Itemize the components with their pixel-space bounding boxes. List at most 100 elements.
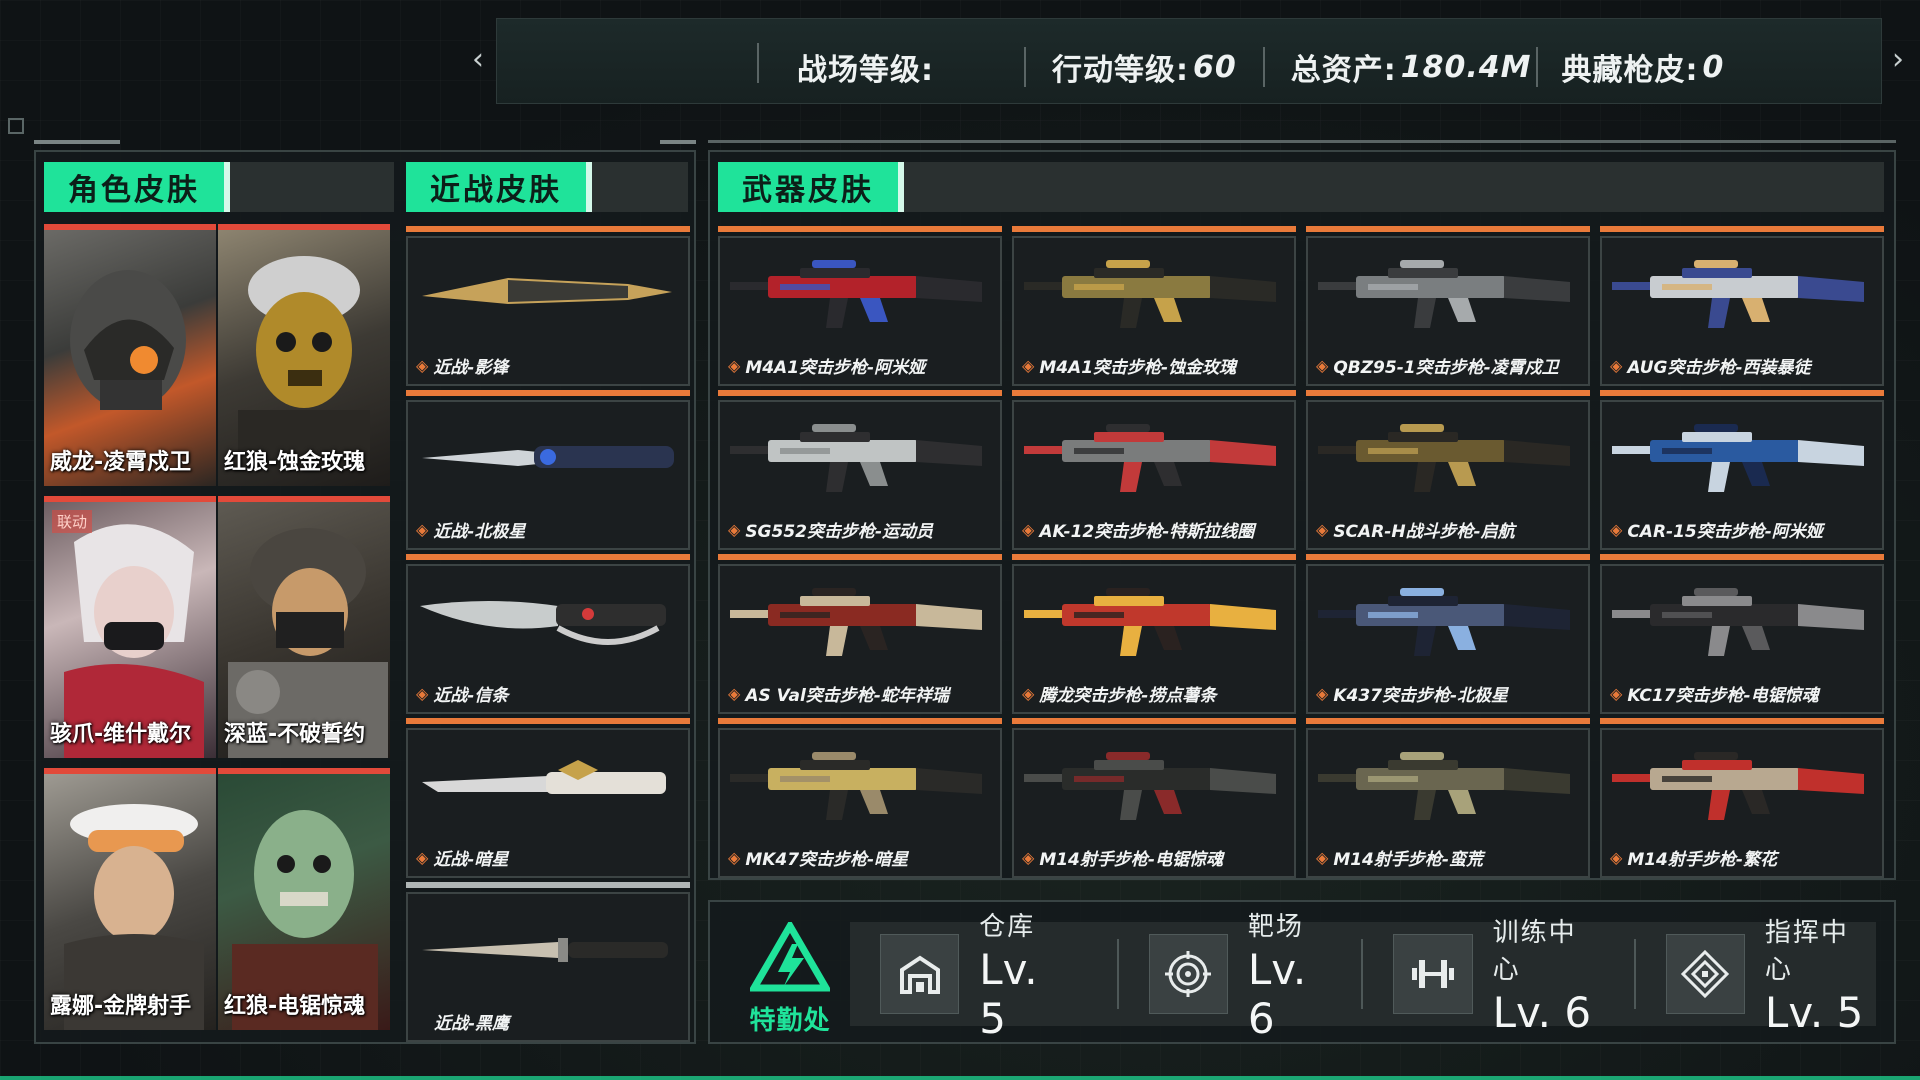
rarity-bar	[1600, 390, 1884, 396]
facility-command[interactable]: 指挥中心 Lv. 5	[1636, 918, 1876, 1037]
weapon-skin-card[interactable]: ◈ MK47突击步枪-暗星	[718, 718, 1002, 878]
facility-name: 指挥中心	[1764, 917, 1849, 985]
weapon-image	[730, 588, 982, 656]
weapon-skin-name: ◈ MK47突击步枪-暗星	[728, 845, 908, 870]
rarity-bar	[718, 554, 1002, 560]
weapon-skin-card[interactable]: ◈ SCAR-H战斗步枪-启航	[1306, 390, 1590, 550]
weapon-skin-name: ◈ SCAR-H战斗步枪-启航	[1316, 517, 1515, 542]
melee-weapon-image	[422, 446, 674, 468]
character-card[interactable]: 红狼-电锯惊魂	[218, 768, 390, 1030]
weapon-skin-card[interactable]: ◈ SG552突击步枪-运动员	[718, 390, 1002, 550]
weapon-skin-card[interactable]: ◈ AK-12突击步枪-特斯拉线圈	[1012, 390, 1296, 550]
bottom-accent-line	[0, 1076, 1920, 1080]
rarity-diamond-icon: ◈	[1610, 356, 1623, 375]
melee-skin-card[interactable]: ◈ 近战-信条	[406, 554, 690, 714]
facility-training[interactable]: 训练中心 Lv. 6	[1363, 918, 1636, 1037]
dumbbell-icon	[1393, 934, 1473, 1014]
weapon-skin-card[interactable]: ◈ CAR-15突击步枪-阿米娅	[1600, 390, 1884, 550]
melee-skin-label: 近战-影锋	[433, 358, 509, 378]
weapon-skin-name: ◈ M14射手步枪-电锯惊魂	[1022, 845, 1223, 870]
total-assets: 总资产: 180.4M	[1291, 45, 1532, 89]
special-ops-label: 特勤处	[749, 1006, 831, 1036]
weapon-skins-panel: 武器皮肤 ◈ M4A1突击步枪-阿米娅 ◈ M4A1突击步枪-蚀金玫瑰 ◈ QBZ95-1…	[708, 150, 1896, 880]
facility-level: Lv. 5	[1764, 987, 1864, 1037]
warehouse-icon	[880, 934, 960, 1014]
stats-divider	[1535, 47, 1538, 87]
weapon-skin-name: ◈ M14射手步枪-繁花	[1610, 845, 1777, 870]
weapon-skin-card[interactable]: ◈ K437突击步枪-北极星	[1306, 554, 1590, 714]
character-card[interactable]: 红狼-蚀金玫瑰	[218, 224, 390, 486]
weapon-skin-card[interactable]: ◈ M4A1突击步枪-阿米娅	[718, 226, 1002, 386]
weapon-skin-card[interactable]: ◈ M14射手步枪-繁花	[1600, 718, 1884, 878]
rarity-bar	[406, 882, 690, 888]
weapon-skin-label: AUG突击步枪-西装暴徒	[1627, 358, 1811, 378]
weapon-skin-card[interactable]: ◈ QBZ95-1突击步枪-凌霄戍卫	[1306, 226, 1590, 386]
weapon-skin-name: ◈ AK-12突击步枪-特斯拉线圈	[1022, 517, 1254, 542]
rarity-bar	[1600, 718, 1884, 724]
melee-skin-card[interactable]: 近战-黑鹰	[406, 882, 690, 1042]
facility-level: Lv. 6	[1492, 987, 1592, 1037]
section-label-tail	[898, 162, 904, 212]
weapon-skin-label: AK-12突击步枪-特斯拉线圈	[1039, 522, 1255, 542]
battlefield-level-label: 战场等级:	[797, 53, 934, 88]
collection-value: 0	[1702, 49, 1725, 85]
weapon-image	[1612, 260, 1864, 328]
stats-bar: 战场等级: 行动等级: 60 总资产: 180.4M 典藏枪皮: 0	[496, 18, 1882, 104]
stats-divider	[1262, 47, 1265, 87]
rarity-bar	[1306, 390, 1590, 396]
weapon-skin-name: ◈ AUG突击步枪-西装暴徒	[1610, 353, 1811, 378]
melee-skin-card[interactable]: ◈ 近战-影锋	[406, 226, 690, 386]
weapon-image	[1612, 588, 1864, 656]
total-assets-label: 总资产:	[1290, 53, 1397, 88]
weapon-skin-card[interactable]: ◈ AUG突击步枪-西装暴徒	[1600, 226, 1884, 386]
rarity-diamond-icon: ◈	[1610, 520, 1623, 539]
rarity-bar	[406, 718, 690, 724]
melee-weapon-image	[420, 601, 666, 645]
rarity-bar	[1306, 718, 1590, 724]
rarity-bar	[718, 390, 1002, 396]
weapon-skin-card[interactable]: ◈ 腾龙突击步枪-捞点薯条	[1012, 554, 1296, 714]
weapon-skin-card[interactable]: ◈ KC17突击步枪-电锯惊魂	[1600, 554, 1884, 714]
rarity-bar	[1600, 226, 1884, 232]
weapon-skin-card[interactable]: ◈ M14射手步枪-电锯惊魂	[1012, 718, 1296, 878]
facility-warehouse[interactable]: 仓库 Lv. 5	[850, 912, 1119, 1043]
rarity-diamond-icon: ◈	[1316, 520, 1329, 539]
section-label-tail	[224, 162, 230, 212]
weapon-skin-name: ◈ SG552突击步枪-运动员	[728, 517, 933, 542]
weapon-skin-label: SCAR-H战斗步枪-启航	[1333, 522, 1515, 542]
weapon-image	[1318, 752, 1570, 820]
weapon-skin-card[interactable]: ◈ M14射手步枪-蛮荒	[1306, 718, 1590, 878]
rarity-bar	[718, 718, 1002, 724]
melee-skin-label: 近战-北极星	[433, 522, 526, 542]
melee-skin-card[interactable]: ◈ 近战-北极星	[406, 390, 690, 550]
special-ops-bar: 特勤处 仓库 Lv. 5 靶场 Lv. 6 训练中心 Lv. 6 指挥中心 Lv…	[708, 900, 1896, 1044]
weapon-skin-card[interactable]: ◈ M4A1突击步枪-蚀金玫瑰	[1012, 226, 1296, 386]
special-ops-logo[interactable]: 特勤处	[740, 919, 840, 1036]
melee-weapon-image	[422, 938, 668, 962]
facility-range[interactable]: 靶场 Lv. 6	[1119, 912, 1364, 1043]
corner-mark	[8, 118, 24, 134]
weapon-image	[1612, 424, 1864, 492]
melee-weapon-image	[422, 278, 672, 304]
melee-skins-header: 近战皮肤	[406, 162, 688, 212]
character-card[interactable]: 联动 骇爪-维什戴尔	[44, 496, 216, 758]
stats-divider	[757, 43, 759, 83]
weapon-image	[1318, 260, 1570, 328]
character-card[interactable]: 深蓝-不破誓约	[218, 496, 390, 758]
weapon-skin-name: ◈ M14射手步枪-蛮荒	[1316, 845, 1483, 870]
melee-skin-name: ◈ 近战-影锋	[416, 353, 508, 378]
weapon-skin-label: M14射手步枪-蛮荒	[1333, 850, 1483, 870]
facility-name: 仓库	[979, 911, 1036, 942]
prev-arrow-icon[interactable]: ‹	[472, 42, 484, 77]
character-card[interactable]: 威龙-凌霄戍卫	[44, 224, 216, 486]
weapon-skin-card[interactable]: ◈ AS Val突击步枪-蛇年祥瑞	[718, 554, 1002, 714]
rarity-diamond-icon: ◈	[416, 520, 429, 539]
melee-skin-card[interactable]: ◈ 近战-暗星	[406, 718, 690, 878]
character-card[interactable]: 露娜-金牌射手	[44, 768, 216, 1030]
facility-level: Lv. 6	[1247, 944, 1307, 1043]
rarity-diamond-icon: ◈	[1022, 848, 1035, 867]
weapon-skin-name: ◈ CAR-15突击步枪-阿米娅	[1610, 517, 1823, 542]
rarity-bar	[1012, 554, 1296, 560]
rarity-diamond-icon: ◈	[728, 520, 741, 539]
next-arrow-icon[interactable]: ›	[1892, 42, 1904, 77]
